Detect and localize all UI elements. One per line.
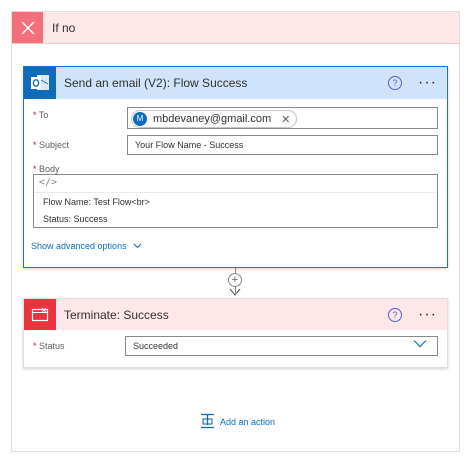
body-line: Flow Name: Test Flow<br> — [43, 197, 150, 207]
subject-label: * Subject — [33, 140, 69, 150]
add-action-label: Add an action — [220, 417, 276, 427]
insert-step-button[interactable]: + — [228, 273, 242, 287]
body-label-text: Body — [39, 164, 60, 174]
status-select[interactable]: Succeeded — [125, 336, 438, 356]
recipient-email: mbdevaney@gmail.com — [153, 113, 272, 125]
terminate-header[interactable]: Terminate: Success ? ··· — [24, 299, 447, 330]
show-advanced-options-link[interactable]: Show advanced options — [31, 241, 142, 251]
terminate-icon — [24, 299, 56, 330]
add-action-icon — [200, 413, 215, 431]
close-icon — [12, 12, 43, 43]
body-line: Status: Success — [43, 214, 108, 224]
add-an-action-button[interactable]: Add an action — [200, 413, 275, 431]
more-options-icon[interactable]: ··· — [418, 306, 437, 322]
chevron-down-icon — [413, 339, 427, 350]
code-view-toggle[interactable]: </> — [34, 175, 437, 193]
code-icon[interactable]: </> — [39, 177, 57, 188]
required-marker: * — [33, 140, 37, 150]
remove-recipient-icon[interactable]: ✕ — [281, 113, 290, 126]
chevron-down-icon — [133, 241, 142, 251]
terminate-card[interactable]: Terminate: Success ? ··· * Status Succee… — [23, 298, 448, 368]
send-email-header[interactable]: Send an email (V2): Flow Success ? ··· — [24, 67, 447, 99]
show-advanced-label: Show advanced options — [31, 241, 127, 251]
status-label: * Status — [33, 341, 65, 351]
branch-title: If no — [52, 21, 76, 35]
status-label-text: Status — [39, 341, 65, 351]
subject-label-text: Subject — [39, 140, 70, 150]
required-marker: * — [33, 164, 37, 174]
recipient-chip[interactable]: M mbdevaney@gmail.com ✕ — [131, 110, 298, 128]
to-field[interactable]: M mbdevaney@gmail.com ✕ — [127, 107, 438, 129]
help-icon[interactable]: ? — [388, 307, 403, 322]
branch-header[interactable]: If no — [12, 12, 459, 44]
terminate-action-title: Terminate: Success — [64, 307, 169, 322]
avatar: M — [133, 112, 147, 126]
to-label: * To — [33, 110, 48, 120]
outlook-icon — [24, 67, 56, 99]
required-marker: * — [33, 341, 37, 351]
required-marker: * — [33, 110, 37, 120]
send-email-card[interactable]: Send an email (V2): Flow Success ? ··· *… — [23, 66, 448, 268]
help-icon[interactable]: ? — [388, 76, 403, 90]
to-label-text: To — [38, 110, 49, 120]
body-field[interactable]: </> Flow Name: Test Flow<br> Status: Suc… — [33, 174, 438, 228]
more-options-icon[interactable]: ··· — [418, 75, 437, 91]
subject-field[interactable]: Your Flow Name - Success — [127, 135, 438, 155]
email-action-title: Send an email (V2): Flow Success — [64, 76, 248, 90]
body-label: * Body — [33, 164, 60, 174]
status-value: Succeeded — [133, 341, 179, 351]
